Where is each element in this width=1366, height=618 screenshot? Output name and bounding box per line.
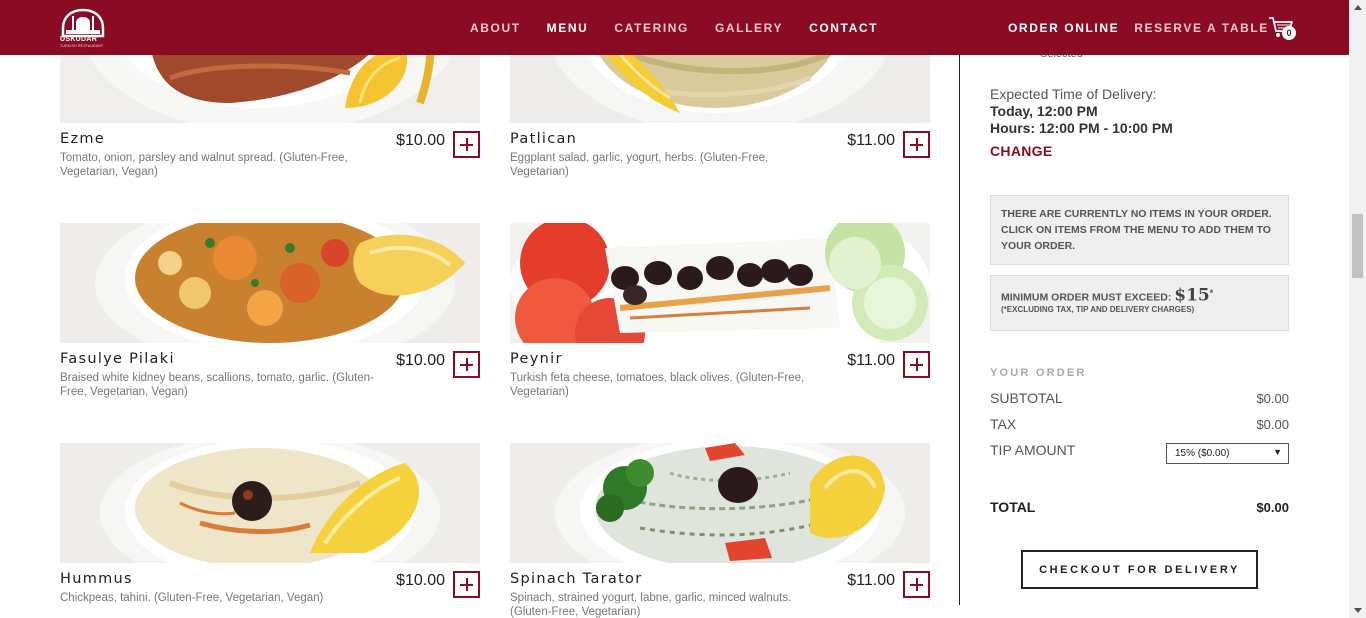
item-name: Ezme — [60, 131, 106, 147]
right-nav: ORDER ONLINE RESERVE A TABLE — [1008, 0, 1284, 55]
item-name: Patlican — [510, 131, 578, 147]
item-description: Turkish feta cheese, tomatoes, black oli… — [510, 372, 805, 398]
main-nav: ABOUT MENU CATERING GALLERY CONTACT — [470, 0, 904, 55]
scroll-up-icon[interactable] — [1354, 5, 1362, 10]
min-order-label: MINIMUM ORDER MUST EXCEED: — [1001, 291, 1172, 304]
minimum-order-notice: MINIMUM ORDER MUST EXCEED: $15* (*EXCLUD… — [990, 275, 1289, 331]
your-order-heading: YOUR ORDER — [990, 367, 1087, 379]
item-description: Eggplant salad, garlic, yogurt, herbs. (… — [510, 152, 769, 178]
change-delivery-link[interactable]: CHANGE — [990, 143, 1052, 159]
item-price: $11.00 — [847, 132, 895, 149]
subtotal-value: $0.00 — [1256, 391, 1289, 406]
item-name: Spinach Tarator — [510, 571, 643, 587]
page-scrollbar[interactable] — [1349, 0, 1366, 618]
menu-item-card: Peynir $11.00 Turkish feta cheese, tomat… — [510, 223, 930, 403]
food-photo[interactable] — [60, 223, 480, 343]
min-order-note: (*EXCLUDING TAX, TIP AND DELIVERY CHARGE… — [1001, 304, 1195, 314]
total-label: TOTAL — [990, 499, 1036, 515]
menu-item-row: Peynir $11.00 Turkish feta cheese, tomat… — [510, 343, 930, 403]
food-photo[interactable] — [60, 443, 480, 563]
menu-item-row: Hummus $10.00 Chickpeas, tahini. (Gluten… — [60, 563, 480, 618]
dropdown-arrow-icon: ▼ — [1273, 447, 1282, 457]
delivery-time-label: Expected Time of Delivery: — [990, 86, 1157, 102]
add-item-button[interactable] — [903, 131, 930, 158]
item-name: Hummus — [60, 571, 133, 587]
checkout-delivery-button[interactable]: CHECKOUT FOR DELIVERY — [1021, 550, 1258, 589]
menu-item-row: Spinach Tarator $11.00 Spinach, strained… — [510, 563, 930, 618]
order-online-link[interactable]: ORDER ONLINE — [1008, 21, 1119, 35]
tax-label: TAX — [990, 416, 1017, 432]
add-item-button[interactable] — [903, 351, 930, 378]
total-value: $0.00 — [1256, 500, 1289, 515]
add-item-button[interactable] — [453, 571, 480, 598]
nav-gallery[interactable]: GALLERY — [715, 21, 783, 35]
nav-contact[interactable]: CONTACT — [809, 21, 878, 35]
nav-about[interactable]: ABOUT — [470, 21, 521, 35]
menu-item-row: Fasulye Pilaki $10.00 Braised white kidn… — [60, 343, 480, 403]
item-price: $11.00 — [847, 352, 895, 369]
menu-item-card: Spinach Tarator $11.00 Spinach, strained… — [510, 443, 930, 618]
site-header: ÜSKÜDAR TURKISH RESTAURANT ABOUT MENU CA… — [0, 0, 1349, 55]
add-item-button[interactable] — [453, 131, 480, 158]
tip-selected-value: 15% ($0.00) — [1175, 448, 1230, 459]
item-price: $10.00 — [396, 352, 445, 369]
sidebar-divider — [959, 55, 960, 605]
delivery-time-value: Today, 12:00 PM — [990, 103, 1098, 119]
scroll-down-icon[interactable] — [1354, 608, 1362, 613]
tax-value: $0.00 — [1256, 417, 1289, 432]
scrollbar-thumb[interactable] — [1352, 214, 1363, 278]
cart-count-badge: 0 — [1282, 26, 1296, 40]
item-description: Tomato, onion, parsley and walnut spread… — [60, 152, 348, 178]
item-description: Spinach, strained yogurt, labne, garlic,… — [510, 592, 792, 618]
item-name: Peynir — [510, 351, 563, 367]
food-photo[interactable] — [510, 443, 930, 563]
page: ÜSKÜDAR TURKISH RESTAURANT ABOUT MENU CA… — [0, 0, 1366, 618]
tip-amount-select[interactable]: 15% ($0.00) ▼ — [1166, 443, 1289, 464]
item-description: Braised white kidney beans, scallions, t… — [60, 372, 374, 398]
menu-item-row: Ezme $10.00 Tomato, onion, parsley and w… — [60, 123, 480, 183]
nav-catering[interactable]: CATERING — [614, 21, 689, 35]
min-order-star: * — [1209, 288, 1214, 298]
add-item-button[interactable] — [453, 351, 480, 378]
subtotal-label: SUBTOTAL — [990, 390, 1063, 406]
item-name: Fasulye Pilaki — [60, 351, 175, 367]
menu-item-card: Hummus $10.00 Chickpeas, tahini. (Gluten… — [60, 443, 480, 618]
nav-menu[interactable]: MENU — [547, 21, 589, 35]
item-price: $10.00 — [396, 572, 445, 589]
empty-order-notice: THERE ARE CURRENTLY NO ITEMS IN YOUR ORD… — [990, 195, 1289, 265]
food-photo[interactable] — [510, 223, 930, 343]
tip-label: TIP AMOUNT — [990, 442, 1076, 458]
add-item-button[interactable] — [903, 571, 930, 598]
reserve-table-link[interactable]: RESERVE A TABLE — [1134, 21, 1269, 35]
logo-subtext: TURKISH RESTAURANT — [60, 44, 104, 48]
logo-text: ÜSKÜDAR — [60, 36, 98, 43]
item-price: $10.00 — [396, 132, 445, 149]
menu-item-row: Patlican $11.00 Eggplant salad, garlic, … — [510, 123, 930, 183]
item-description: Chickpeas, tahini. (Gluten-Free, Vegetar… — [60, 592, 324, 604]
min-order-amount: $15 — [1174, 285, 1210, 306]
item-price: $11.00 — [847, 572, 895, 589]
delivery-hours: Hours: 12:00 PM - 10:00 PM — [990, 120, 1173, 136]
menu-item-card: Fasulye Pilaki $10.00 Braised white kidn… — [60, 223, 480, 403]
